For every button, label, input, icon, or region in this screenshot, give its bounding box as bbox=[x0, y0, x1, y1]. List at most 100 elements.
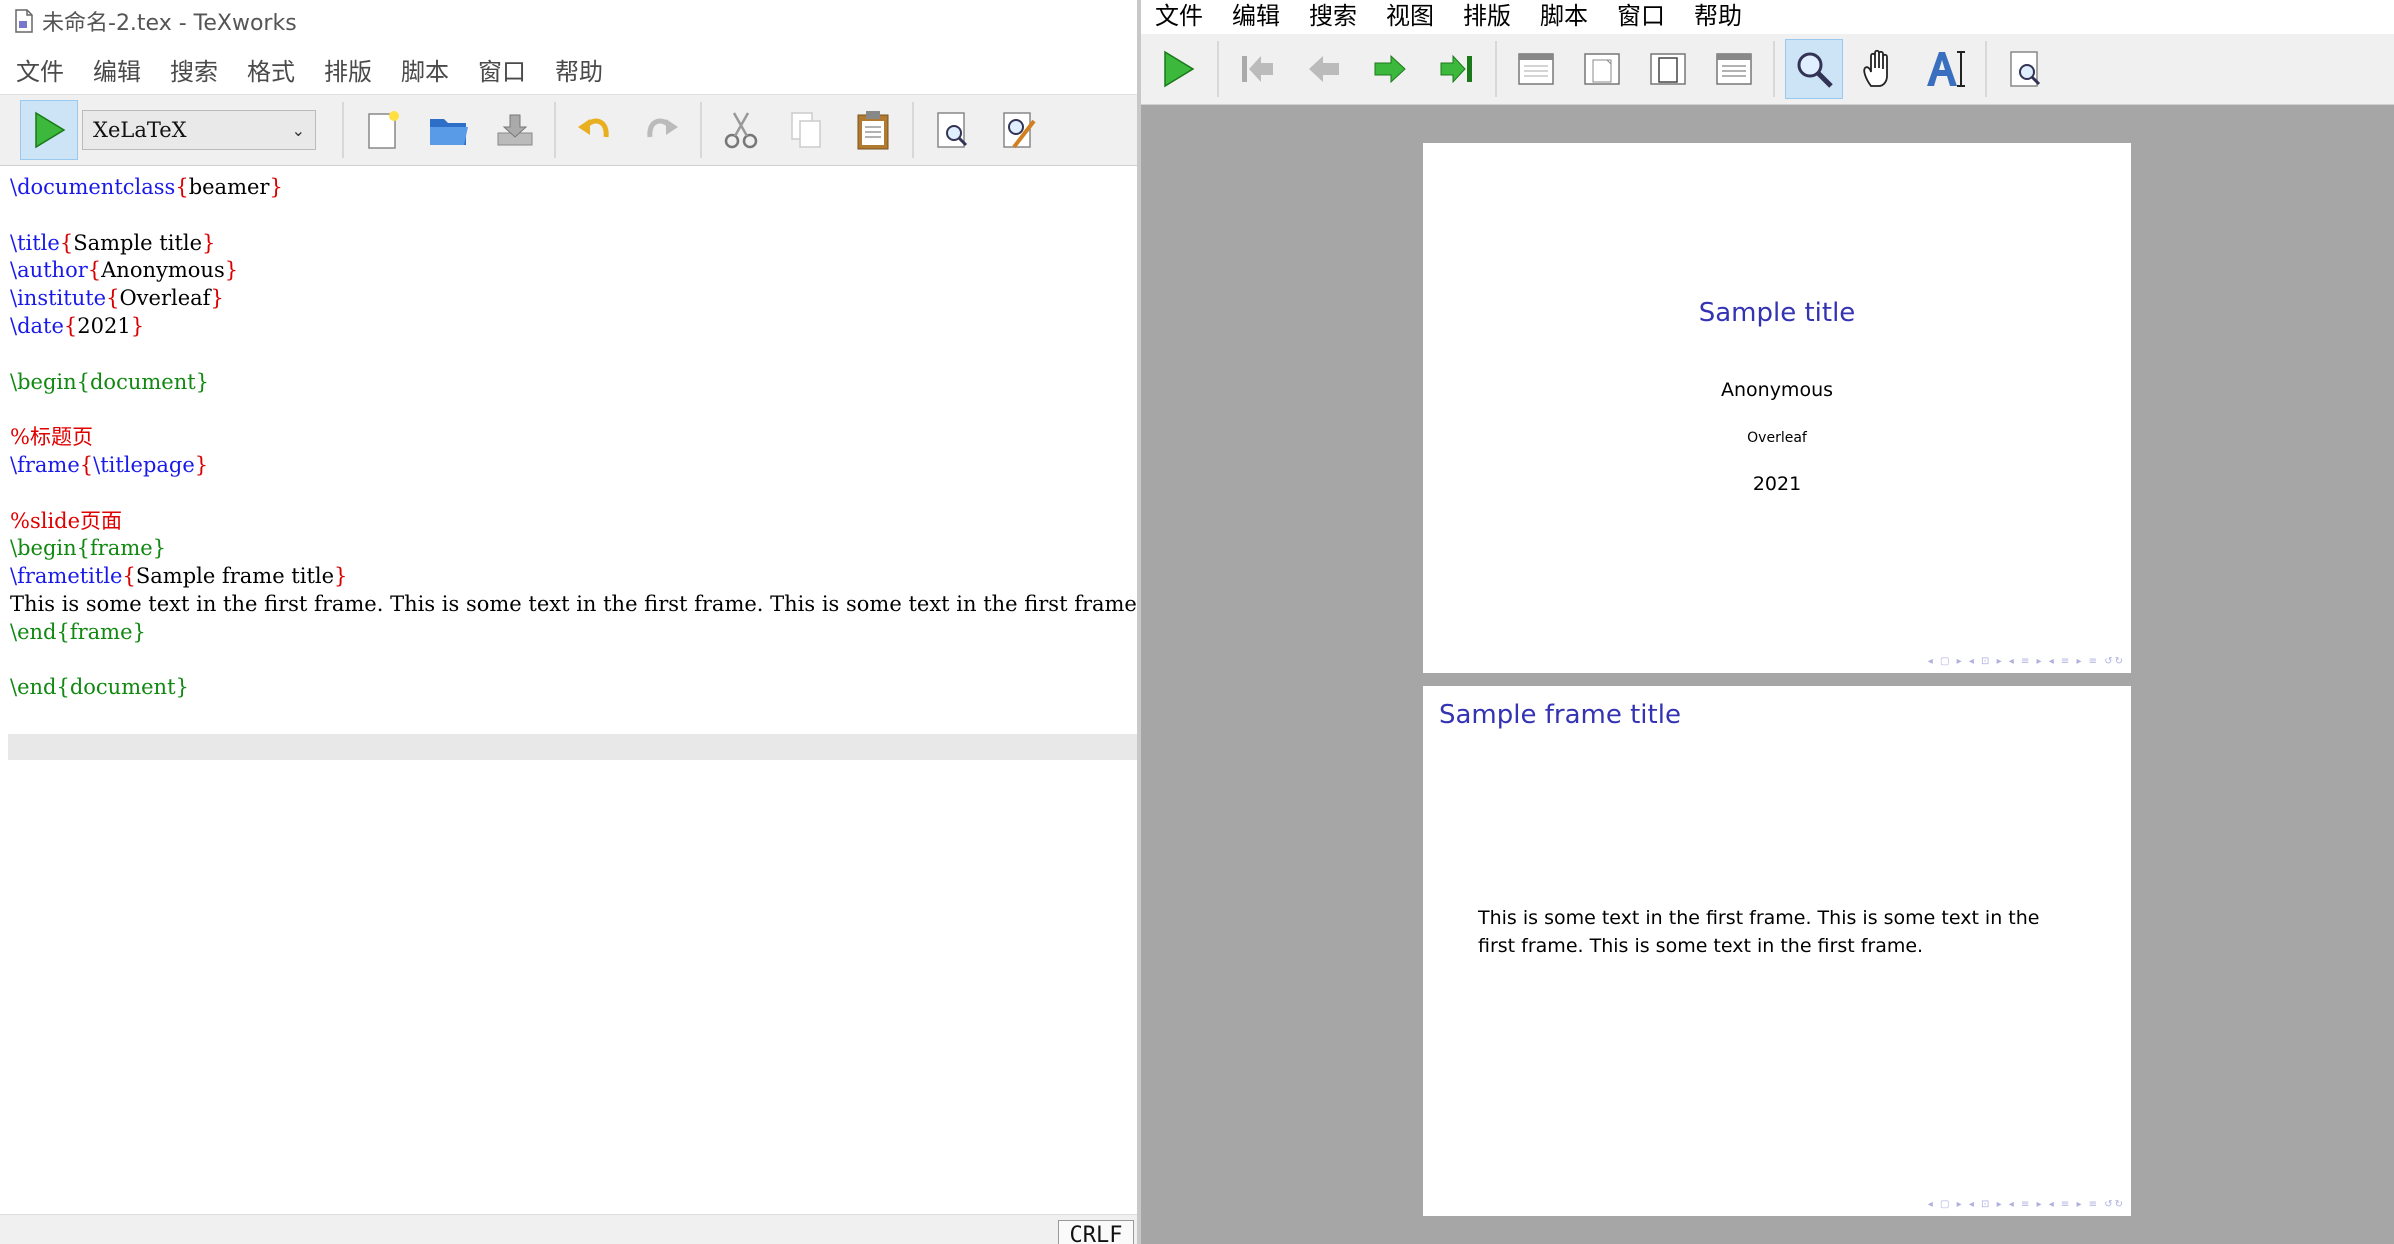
pdf-page-1[interactable]: Sample title Anonymous Overleaf 2021 ◂ ▢… bbox=[1423, 143, 2131, 673]
code-token: } bbox=[130, 313, 145, 338]
toolbar-separator bbox=[912, 102, 914, 158]
replace-icon bbox=[1003, 112, 1036, 149]
code-token: \institute bbox=[10, 286, 107, 311]
code-line: \begin{frame} bbox=[10, 535, 1138, 563]
fit-width-button[interactable] bbox=[1573, 39, 1631, 99]
editor-menu-item[interactable]: 格式 bbox=[247, 48, 295, 91]
editor-menu-item[interactable]: 文件 bbox=[16, 48, 64, 91]
preview-menu-item[interactable]: 脚本 bbox=[1540, 0, 1588, 35]
code-token: { bbox=[59, 230, 74, 255]
code-token: This is some text in the first frame. Th… bbox=[10, 591, 1138, 616]
fit-window-button[interactable] bbox=[1705, 39, 1763, 99]
actual-size-button[interactable] bbox=[1507, 39, 1565, 99]
code-line: \end{document} bbox=[10, 674, 1138, 702]
code-token: } bbox=[202, 230, 216, 255]
preview-toolbar bbox=[1141, 34, 2394, 105]
engine-value: XeLaTeX bbox=[93, 118, 187, 142]
editor-menu-item[interactable]: 排版 bbox=[324, 48, 372, 91]
pan-tool-button[interactable] bbox=[1851, 39, 1909, 99]
open-file-button[interactable] bbox=[420, 100, 478, 160]
editor-window: 未命名-2.tex - TeXworks 文件 编辑 搜索 格式 排版 脚本 窗口 帮助 Xe… bbox=[0, 0, 1138, 1244]
code-token: \end{frame} bbox=[10, 619, 146, 644]
editor-menu-item[interactable]: 脚本 bbox=[401, 48, 449, 91]
copy-button[interactable] bbox=[778, 100, 836, 160]
replace-button[interactable] bbox=[990, 100, 1048, 160]
preview-menu-item[interactable]: 文件 bbox=[1155, 0, 1203, 35]
chevron-down-icon: ⌄ bbox=[291, 120, 305, 140]
code-line: \documentclass{beamer} bbox=[10, 174, 1138, 202]
pdf-viewer[interactable]: Sample title Anonymous Overleaf 2021 ◂ ▢… bbox=[1141, 105, 2394, 1244]
code-token: \begin{frame} bbox=[10, 536, 167, 561]
preview-menu-item[interactable]: 排版 bbox=[1463, 0, 1511, 35]
editor-menu-item[interactable]: 编辑 bbox=[93, 48, 141, 91]
preview-menu-item[interactable]: 编辑 bbox=[1232, 0, 1280, 35]
actual-size-icon bbox=[1518, 53, 1554, 85]
redo-button[interactable] bbox=[632, 100, 690, 160]
typeset-button[interactable] bbox=[20, 100, 78, 160]
folder-icon bbox=[430, 119, 468, 145]
beamer-navigation-symbols[interactable]: ◂ ▢ ▸ ◂ ⊡ ▸ ◂ ≡ ▸ ◂ ≡ ▸ ≡ ↺↻ bbox=[1928, 656, 2125, 667]
last-page-button[interactable] bbox=[1427, 39, 1485, 99]
editor-menu-item[interactable]: 搜索 bbox=[170, 48, 218, 91]
code-token: } bbox=[224, 258, 239, 283]
code-line: This is some text in the first frame. Th… bbox=[10, 591, 1138, 619]
previous-page-button[interactable] bbox=[1295, 39, 1353, 99]
preview-menu-item[interactable]: 帮助 bbox=[1694, 0, 1742, 35]
new-file-button[interactable] bbox=[354, 100, 412, 160]
code-token: { bbox=[122, 564, 136, 589]
new-file-icon bbox=[368, 111, 399, 149]
beamer-navigation-symbols[interactable]: ◂ ▢ ▸ ◂ ⊡ ▸ ◂ ≡ ▸ ◂ ≡ ▸ ≡ ↺↻ bbox=[1928, 1199, 2125, 1210]
code-token: } bbox=[194, 452, 209, 477]
code-token: %标题页 bbox=[10, 425, 93, 450]
editor-statusbar: CRLF bbox=[0, 1214, 1138, 1244]
select-text-button[interactable] bbox=[1917, 39, 1975, 99]
code-token: \author bbox=[10, 258, 88, 283]
fit-page-button[interactable] bbox=[1639, 39, 1697, 99]
toolbar-separator bbox=[700, 102, 702, 158]
hand-icon bbox=[1863, 49, 1888, 87]
fit-window-icon bbox=[1716, 53, 1752, 85]
code-line: \institute{Overleaf} bbox=[10, 285, 1138, 313]
first-page-button[interactable] bbox=[1229, 39, 1287, 99]
engine-select[interactable]: XeLaTeX ⌄ bbox=[82, 110, 316, 150]
typeset-button[interactable] bbox=[1149, 39, 1207, 99]
find-in-pdf-button[interactable] bbox=[1997, 39, 2055, 99]
copy-icon bbox=[791, 112, 821, 148]
arrow-right-icon bbox=[1374, 54, 1406, 84]
code-token: { bbox=[63, 313, 78, 338]
code-token: Sample title bbox=[73, 230, 203, 255]
code-line: \author{Anonymous} bbox=[10, 257, 1138, 285]
slide-author: Anonymous bbox=[1720, 379, 1834, 401]
preview-menu-item[interactable]: 视图 bbox=[1386, 0, 1434, 35]
code-line: %slide页面 bbox=[10, 508, 1138, 536]
cut-button[interactable] bbox=[712, 100, 770, 160]
text-select-icon bbox=[1927, 51, 1965, 87]
preview-menu-item[interactable]: 窗口 bbox=[1617, 0, 1665, 35]
code-line: \frame{\titlepage} bbox=[10, 452, 1138, 480]
code-editor[interactable]: \documentclass{beamer} \title{Sample tit… bbox=[0, 166, 1138, 1216]
code-token: \end{document} bbox=[10, 675, 189, 700]
preview-menu-item[interactable]: 搜索 bbox=[1309, 0, 1357, 35]
current-line-highlight bbox=[8, 734, 1138, 760]
next-page-button[interactable] bbox=[1361, 39, 1419, 99]
line-ending-indicator[interactable]: CRLF bbox=[1058, 1220, 1134, 1244]
undo-button[interactable] bbox=[566, 100, 624, 160]
editor-menu-item[interactable]: 帮助 bbox=[555, 48, 603, 91]
arrow-left-icon bbox=[1309, 56, 1339, 82]
code-token: \title bbox=[10, 230, 60, 255]
code-token: %slide页面 bbox=[10, 508, 123, 533]
code-token: 2021 bbox=[77, 313, 131, 338]
save-button[interactable] bbox=[486, 100, 544, 160]
editor-menu-item[interactable]: 窗口 bbox=[478, 48, 526, 91]
code-token: Sample frame title bbox=[135, 564, 335, 589]
code-line: \date{2021} bbox=[10, 313, 1138, 341]
toolbar-separator bbox=[1773, 41, 1775, 97]
first-page-icon bbox=[1242, 56, 1273, 82]
slide-institute: Overleaf bbox=[1747, 430, 1807, 446]
pdf-page-2[interactable]: Sample frame title This is some text in … bbox=[1423, 686, 2131, 1216]
editor-titlebar: 未命名-2.tex - TeXworks bbox=[0, 0, 1138, 42]
paste-button[interactable] bbox=[844, 100, 902, 160]
magnify-tool-button[interactable] bbox=[1785, 39, 1843, 99]
find-button[interactable] bbox=[924, 100, 982, 160]
